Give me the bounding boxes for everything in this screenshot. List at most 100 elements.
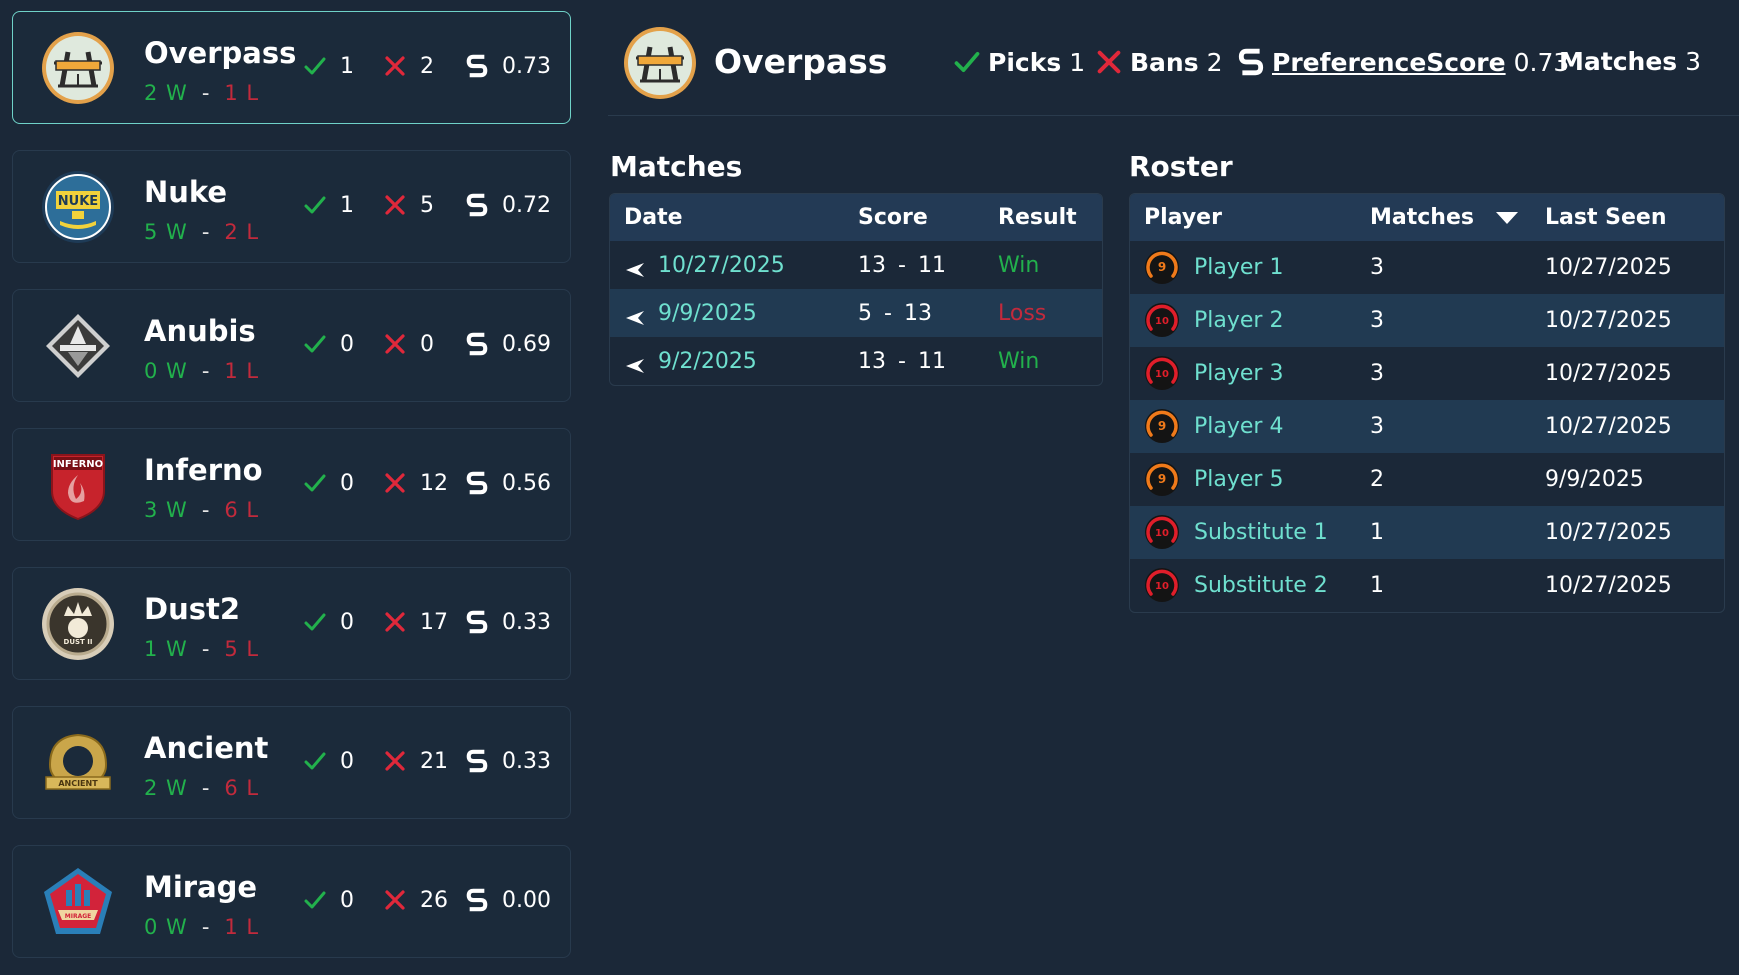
match-date-link[interactable]: 10/27/2025: [658, 253, 785, 278]
map-wins: 3 W: [144, 498, 188, 522]
matches-column-header[interactable]: Matches: [1370, 205, 1518, 230]
map-card-nuke[interactable]: NUKE Nuke 5 W-2 L 1 5 0.72: [12, 150, 571, 263]
score-s-icon: [1236, 47, 1266, 77]
map-score: 0.33: [464, 746, 551, 776]
score-team-a: 5: [858, 301, 872, 326]
roster-row: 9 Player 5 2 9/9/2025: [1130, 453, 1724, 506]
check-icon: [302, 748, 328, 774]
map-card-anubis[interactable]: Anubis 0 W-1 L 0 0 0.69: [12, 289, 571, 402]
map-card-mirage[interactable]: MIRAGE Mirage 0 W-1 L 0 26 0.00: [12, 845, 571, 958]
date-column-header[interactable]: Date: [624, 205, 683, 230]
map-wins: 2 W: [144, 776, 188, 800]
map-losses: 5 L: [224, 637, 260, 661]
score-value: 0.72: [502, 192, 551, 218]
map-losses: 2 L: [224, 220, 260, 244]
sort-descending-icon: [1495, 212, 1518, 224]
bans-label: Bans: [1130, 47, 1199, 77]
svg-text:DUST II: DUST II: [64, 638, 93, 646]
svg-text:NUKE: NUKE: [58, 194, 98, 209]
map-bans: 5: [382, 190, 434, 220]
skill-level-icon: 9: [1144, 408, 1180, 444]
player-last-seen: 10/27/2025: [1545, 361, 1672, 386]
score-value: 0.33: [502, 748, 551, 774]
map-bans: 21: [382, 746, 448, 776]
match-date-link[interactable]: 9/2/2025: [658, 349, 757, 374]
player-name-link[interactable]: Substitute 2: [1194, 573, 1328, 598]
player-name-link[interactable]: Player 5: [1194, 467, 1283, 492]
map-card-inferno[interactable]: INFERNO Inferno 3 W-6 L 0 12 0.56: [12, 428, 571, 541]
map-picks: 0: [302, 607, 354, 637]
map-card-overpass[interactable]: Overpass 2 W-1 L 1 2 0.73: [12, 11, 571, 124]
picks-label: Picks: [988, 47, 1062, 77]
score-column-header[interactable]: Score: [858, 205, 928, 230]
bans-count: 12: [420, 470, 448, 496]
record-separator: -: [201, 359, 211, 383]
svg-text:10: 10: [1155, 528, 1169, 539]
score-separator: -: [898, 253, 906, 278]
svg-text:ANCIENT: ANCIENT: [58, 779, 98, 788]
score-s-icon: [464, 748, 490, 774]
last-seen-column-header[interactable]: Last Seen: [1545, 205, 1666, 230]
cross-icon: [382, 748, 408, 774]
result-column-header[interactable]: Result: [998, 205, 1077, 230]
map-record: 2 W-6 L: [144, 776, 259, 800]
map-record: 0 W-1 L: [144, 915, 259, 939]
bans-value: 2: [1206, 47, 1223, 77]
player-name-link[interactable]: Player 3: [1194, 361, 1283, 386]
map-picks: 0: [302, 746, 354, 776]
picks-count: 1: [340, 53, 354, 79]
map-wins: 1 W: [144, 637, 188, 661]
score-team-b: 11: [917, 253, 946, 278]
cross-icon: [382, 331, 408, 357]
detail-picks: Picks 1: [952, 47, 1085, 77]
match-date-link[interactable]: 9/9/2025: [658, 301, 757, 326]
player-last-seen: 10/27/2025: [1545, 414, 1672, 439]
player-last-seen: 10/27/2025: [1545, 520, 1672, 545]
roster-table-body: 9 Player 1 3 10/27/2025 10 Player 2 3 10…: [1130, 241, 1724, 612]
roster-row: 10 Substitute 2 1 10/27/2025: [1130, 559, 1724, 612]
player-name-link[interactable]: Substitute 1: [1194, 520, 1328, 545]
bans-count: 17: [420, 609, 448, 635]
skill-level-icon: 10: [1144, 302, 1180, 338]
score-value: 0.69: [502, 331, 551, 357]
bans-count: 0: [420, 331, 434, 357]
skill-level-icon: 10: [1144, 355, 1180, 391]
map-bans: 12: [382, 468, 448, 498]
preference-score-link[interactable]: PreferenceScore: [1272, 48, 1506, 77]
map-score: 0.72: [464, 190, 551, 220]
score-separator: -: [898, 349, 906, 374]
svg-text:MIRAGE: MIRAGE: [65, 913, 92, 920]
map-card-dust2[interactable]: DUST II Dust2 1 W-5 L 0 17 0.33: [12, 567, 571, 680]
svg-text:9: 9: [1158, 419, 1166, 433]
player-column-header[interactable]: Player: [1144, 205, 1222, 230]
detail-matches: Matches 3: [1559, 47, 1701, 76]
map-name: Mirage: [144, 870, 258, 904]
map-list: Overpass 2 W-1 L 1 2 0.73 NUKE Nuke 5 W-…: [12, 11, 571, 975]
picks-count: 0: [340, 748, 354, 774]
player-name-link[interactable]: Player 4: [1194, 414, 1283, 439]
skill-level-icon: 9: [1144, 249, 1180, 285]
roster-row: 9 Player 1 3 10/27/2025: [1130, 241, 1724, 294]
skill-level-icon: 9: [1144, 461, 1180, 497]
map-bans: 0: [382, 329, 434, 359]
player-matches: 3: [1370, 308, 1384, 333]
map-wins: 2 W: [144, 81, 188, 105]
map-name: Nuke: [144, 175, 228, 209]
check-icon: [302, 53, 328, 79]
score-value: 0.73: [502, 53, 551, 79]
map-card-ancient[interactable]: ANCIENT Ancient 2 W-6 L 0 21 0.33: [12, 706, 571, 819]
player-name-link[interactable]: Player 2: [1194, 308, 1283, 333]
player-matches: 2: [1370, 467, 1384, 492]
check-icon: [302, 887, 328, 913]
matches-label: Matches: [1559, 47, 1678, 76]
check-icon: [302, 331, 328, 357]
roster-table: Player Matches Last Seen 9 Player 1 3 10…: [1129, 193, 1725, 613]
bans-count: 2: [420, 53, 434, 79]
record-separator: -: [201, 637, 211, 661]
score-value: 0.56: [502, 470, 551, 496]
score-team-b: 13: [903, 301, 932, 326]
player-name-link[interactable]: Player 1: [1194, 255, 1283, 280]
map-picks: 0: [302, 468, 354, 498]
map-losses: 1 L: [224, 81, 260, 105]
map-score: 0.33: [464, 607, 551, 637]
